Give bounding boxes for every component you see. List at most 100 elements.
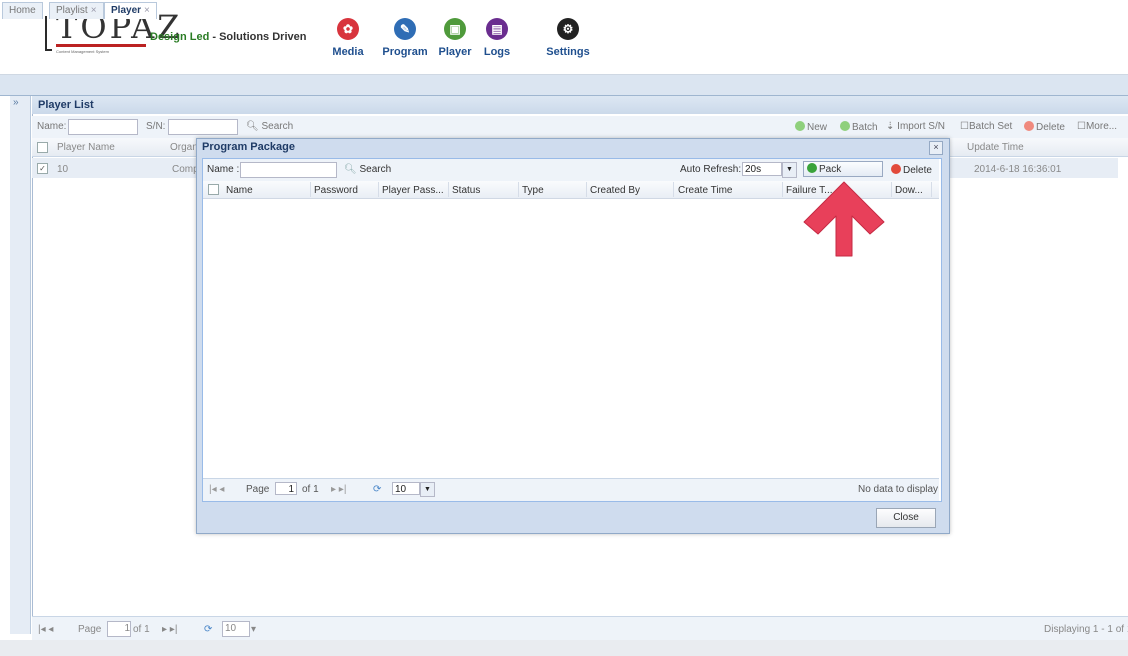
first-page-icon[interactable]: |◂ ◂ [38, 624, 53, 635]
import-sn-label: Import S/N [897, 121, 945, 132]
column-divider [931, 182, 932, 197]
column-divider [782, 182, 783, 197]
col-player-name[interactable]: Player Name [57, 142, 115, 153]
name-label: Name: [37, 121, 67, 132]
col-name[interactable]: Name [226, 185, 253, 196]
logs-icon: ▤ [486, 18, 508, 40]
page-input[interactable]: 1 [107, 621, 131, 637]
batch-set-button[interactable]: ☐Batch Set [960, 121, 1012, 132]
import-sn-button[interactable]: ⇣ Import S/N [886, 121, 945, 132]
dialog-delete-button[interactable]: Delete [891, 164, 932, 176]
tab-player-label: Player [111, 5, 142, 16]
close-icon[interactable]: × [144, 5, 150, 16]
dialog-name-label: Name : [207, 164, 240, 175]
pager-page-label: Page [78, 624, 102, 635]
player-pager [32, 616, 1128, 641]
dialog-page-label: Page [246, 484, 270, 495]
player-search-label: Search [261, 121, 294, 132]
dialog-name-input[interactable] [240, 162, 337, 178]
dialog-close-icon[interactable]: × [929, 141, 943, 155]
program-icon: ✎ [394, 18, 416, 40]
nav-settings[interactable]: ⚙ Settings [538, 18, 598, 58]
row-checkbox[interactable]: ✓ [37, 163, 48, 174]
add-icon [795, 121, 805, 131]
cell-player-name: 10 [57, 164, 69, 175]
delete-player-button[interactable]: Delete [1024, 121, 1065, 133]
dialog-page-size-select[interactable]: 10 [392, 482, 420, 495]
media-icon: ✿ [337, 18, 359, 40]
col-player-password[interactable]: Player Pass... [382, 185, 444, 196]
nav-logs[interactable]: ▤ Logs [467, 18, 527, 58]
expand-icon[interactable]: » [13, 97, 19, 108]
close-button[interactable]: Close [876, 508, 936, 528]
next-page-icon[interactable]: ▸ ▸| [162, 624, 177, 635]
player-search-button[interactable]: 🔍︎ Search [246, 121, 293, 132]
auto-refresh-label: Auto Refresh: [680, 164, 742, 175]
cell-update-time: 2014-6-18 16:36:01 [974, 164, 1062, 175]
settings-icon: ⚙ [557, 18, 579, 40]
tagline-solutions: - Solutions Driven [209, 31, 307, 43]
dialog-select-all-checkbox[interactable] [208, 184, 219, 195]
column-divider [586, 182, 587, 197]
select-all-checkbox[interactable] [37, 142, 48, 153]
more-label: More... [1085, 121, 1118, 132]
col-created-by[interactable]: Created By [590, 185, 640, 196]
close-icon[interactable]: × [91, 5, 97, 16]
name-input[interactable] [68, 119, 138, 135]
column-divider [673, 182, 674, 197]
tagline-design-led: Design Led [150, 31, 210, 43]
tab-home[interactable]: Home [2, 2, 43, 19]
pack-icon [807, 163, 817, 173]
player-icon: ▣ [444, 18, 466, 40]
col-update-time[interactable]: Update Time [967, 142, 1024, 153]
chevron-down-icon[interactable]: ▼ [420, 482, 435, 497]
more-button[interactable]: ☐More... [1077, 121, 1117, 132]
dialog-search-label: Search [359, 164, 392, 175]
col-download[interactable]: Dow... [895, 185, 923, 196]
next-page-icon[interactable]: ▸ ▸| [331, 484, 346, 495]
nav-media[interactable]: ✿ Media [318, 18, 378, 58]
chevron-down-icon[interactable]: ▾ [251, 624, 256, 635]
nav-media-label: Media [332, 46, 364, 58]
cell-organization: Comp [172, 164, 199, 175]
collapsed-sidebar[interactable] [10, 96, 31, 634]
dialog-of-label: of 1 [302, 484, 319, 495]
auto-refresh-select[interactable]: 20s [742, 162, 782, 176]
delete-player-label: Delete [1036, 122, 1065, 133]
sn-label: S/N: [146, 121, 166, 132]
displaying-info: Displaying 1 - 1 of 1 [1044, 624, 1128, 635]
column-divider [891, 182, 892, 197]
col-type[interactable]: Type [522, 185, 544, 196]
column-divider [448, 182, 449, 197]
new-button[interactable]: New [795, 121, 827, 133]
tab-player[interactable]: Player × [104, 2, 157, 19]
column-divider [310, 182, 311, 197]
search-icon: 🔍︎ [246, 121, 259, 132]
edit-icon: ☐ [960, 121, 969, 132]
batch-set-label: Batch Set [968, 121, 1013, 132]
refresh-icon[interactable]: ⟳ [373, 484, 381, 495]
page-size-select[interactable]: 10 [222, 621, 250, 637]
refresh-icon[interactable]: ⟳ [204, 624, 212, 635]
dialog-page-input[interactable]: 1 [275, 482, 297, 495]
dialog-title: Program Package [202, 141, 295, 153]
batch-button[interactable]: Batch [840, 121, 878, 133]
col-status[interactable]: Status [452, 185, 480, 196]
import-icon: ⇣ [886, 121, 895, 132]
no-data-text: No data to display [858, 484, 939, 495]
delete-icon [891, 164, 901, 174]
chevron-down-icon[interactable]: ▼ [782, 162, 797, 178]
panel-title: Player List [32, 96, 1128, 114]
col-password[interactable]: Password [314, 185, 358, 196]
more-icon: ☐ [1077, 121, 1086, 132]
sn-input[interactable] [168, 119, 238, 135]
pack-program-button[interactable]: Pack Program [803, 161, 883, 191]
column-divider [378, 182, 379, 197]
dialog-search-button[interactable]: 🔍︎ Search [344, 164, 391, 175]
first-page-icon[interactable]: |◂ ◂ [209, 484, 224, 495]
tab-playlist[interactable]: Playlist × [49, 2, 104, 19]
tab-home-label: Home [9, 5, 36, 16]
logo-underline [56, 44, 146, 47]
col-create-time[interactable]: Create Time [678, 185, 732, 196]
delete-icon [1024, 121, 1034, 131]
